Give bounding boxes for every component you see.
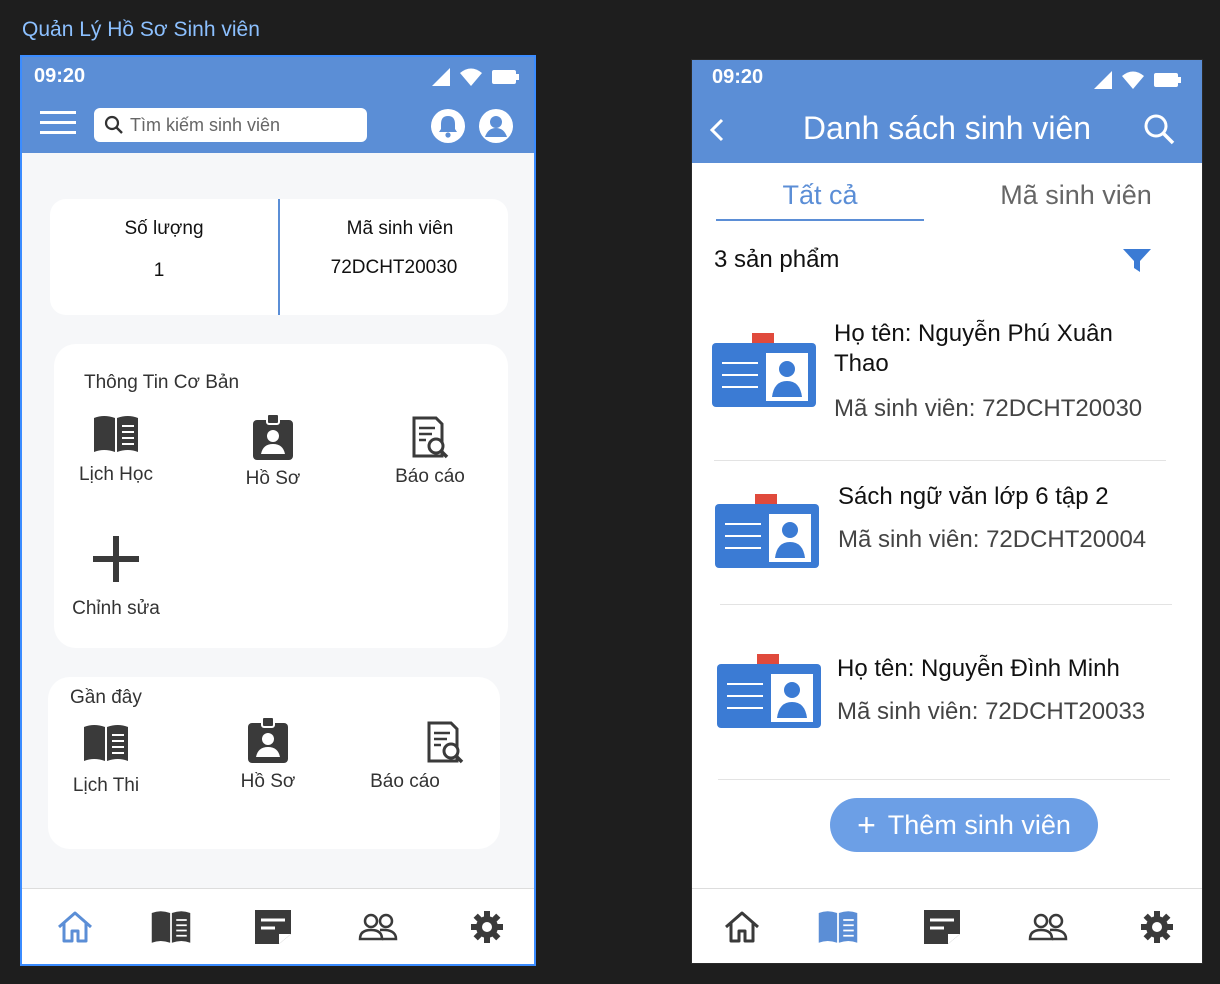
result-count: 3 sản phẩm [714, 246, 840, 273]
tile-label: Hồ Sơ [245, 468, 301, 489]
student-card-icon [712, 333, 816, 407]
battery-icon [492, 70, 519, 84]
screen-title: Danh sách sinh viên [802, 110, 1092, 146]
nav-settings[interactable] [1135, 905, 1179, 949]
filter-icon[interactable] [1122, 248, 1152, 274]
bottom-nav [22, 888, 534, 964]
book-icon [151, 911, 191, 943]
student-name: Họ tên: Nguyễn Phú Xuân Thao [834, 320, 1113, 377]
basic-info-card: Thông Tin Cơ Bản Lịch Học Hồ Sơ Báo cáo … [54, 344, 508, 648]
report-search-icon [427, 721, 464, 764]
tile-lich-thi[interactable]: Lịch Thi [41, 723, 171, 797]
stats-card: Số lượng 1 Mã sinh viên 72DCHT20030 [50, 199, 508, 315]
app-bar: 09:20 Danh sách sinh viên [692, 60, 1202, 163]
bell-icon[interactable] [430, 108, 466, 144]
status-bar: 09:20 [22, 57, 534, 97]
nav-home[interactable] [53, 905, 97, 949]
app-bar: 09:20 [22, 57, 534, 153]
tile-label: Chỉnh sửa [72, 598, 160, 619]
nav-people[interactable] [356, 905, 400, 949]
tab-indicator [716, 219, 924, 221]
tile-label: Báo cáo [370, 771, 440, 792]
signal-icon [1094, 71, 1112, 89]
bottom-nav [692, 888, 1202, 963]
nav-note[interactable] [920, 905, 964, 949]
student-card-icon [715, 494, 819, 568]
nav-note[interactable] [251, 905, 295, 949]
search-icon [104, 115, 123, 134]
dashboard-screen: 09:20 Số lượng 1 Mã sinh v [20, 55, 536, 966]
nav-people[interactable] [1026, 905, 1070, 949]
student-card-icon [717, 654, 821, 728]
student-list-screen: 09:20 Danh sách sinh viên Tất cả Mã sinh… [691, 59, 1203, 964]
nav-book[interactable] [816, 905, 860, 949]
tile-label: Lịch Học [79, 464, 153, 485]
count-label: Số lượng [124, 218, 204, 239]
nav-home[interactable] [720, 905, 764, 949]
menu-icon[interactable] [40, 109, 76, 137]
plus-icon: + [857, 807, 876, 843]
student-code: Mã sinh viên: 72DCHT20004 [838, 526, 1147, 553]
home-icon [725, 911, 759, 943]
plus-icon [93, 536, 139, 582]
tile-lich-hoc[interactable]: Lịch Học [51, 414, 181, 486]
tile-label: Lịch Thi [72, 775, 140, 796]
nav-book[interactable] [149, 905, 193, 949]
basic-info-title: Thông Tin Cơ Bản [84, 372, 240, 393]
book-icon [818, 911, 858, 943]
student-code: Mã sinh viên: 72DCHT20033 [837, 698, 1146, 725]
student-name: Họ tên: Nguyễn Đình Minh [837, 655, 1120, 682]
book-icon [94, 416, 138, 452]
status-bar: 09:20 [692, 60, 1202, 100]
add-student-label: Thêm sinh viên [887, 809, 1071, 840]
tab-student-code[interactable]: Mã sinh viên [982, 180, 1170, 211]
gear-icon [471, 911, 503, 943]
tile-bao-cao[interactable]: Báo cáo [365, 416, 495, 488]
student-name: Sách ngữ văn lớp 6 tập 2 [838, 483, 1109, 510]
battery-icon [1154, 73, 1181, 87]
recent-card: Gần đây Lịch Thi Hồ Sơ Báo cáo [48, 677, 500, 849]
wifi-icon [460, 68, 482, 86]
note-icon [924, 910, 960, 944]
nav-settings[interactable] [465, 905, 509, 949]
tab-all[interactable]: Tất cả [716, 180, 924, 211]
status-time: 09:20 [34, 65, 86, 87]
gear-icon [1141, 911, 1173, 943]
code-label: Mã sinh viên [346, 218, 454, 239]
board-title: Quản Lý Hồ Sơ Sinh viên [22, 18, 260, 41]
tile-bao-cao-recent[interactable]: Báo cáo [370, 721, 510, 793]
recent-title: Gần đây [70, 687, 142, 708]
signal-icon [432, 68, 450, 86]
people-icon [1028, 913, 1068, 941]
wifi-icon [1122, 71, 1144, 89]
note-icon [255, 910, 291, 944]
student-code: Mã sinh viên: 72DCHT20030 [834, 395, 1143, 422]
status-time: 09:20 [712, 66, 764, 88]
code-value: 72DCHT20030 [330, 257, 458, 278]
report-search-icon [412, 416, 449, 459]
id-badge-icon [248, 717, 288, 763]
id-badge-icon [253, 414, 293, 460]
home-icon [58, 911, 92, 943]
tile-chinh-sua[interactable]: Chỉnh sửa [51, 534, 181, 620]
avatar-icon[interactable] [478, 108, 514, 144]
tile-ho-so[interactable]: Hồ Sơ [208, 414, 338, 490]
count-value: 1 [153, 260, 165, 281]
search-box[interactable] [94, 108, 367, 142]
add-student-button[interactable]: + Thêm sinh viên [830, 798, 1098, 852]
search-icon[interactable] [1142, 112, 1176, 146]
people-icon [358, 913, 398, 941]
search-input[interactable] [130, 114, 350, 136]
tile-label: Báo cáo [395, 466, 465, 487]
book-icon [84, 725, 128, 761]
